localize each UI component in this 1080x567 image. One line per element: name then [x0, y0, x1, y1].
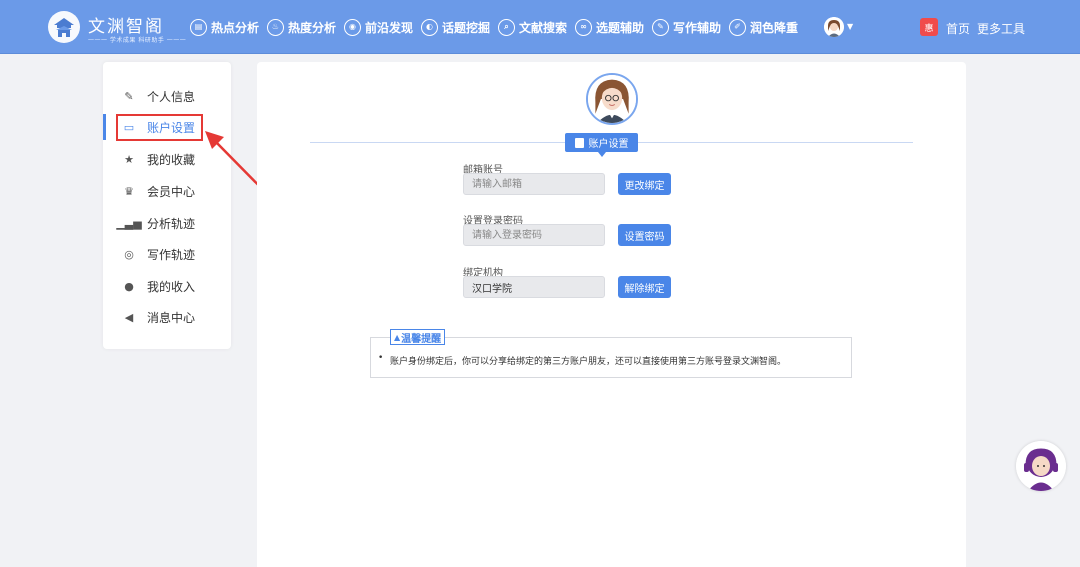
account-sidebar: ✎ 个人信息 ▭ 账户设置 ★ 我的收藏 ♛ 会员中心 ▁▃▅ 分析轨迹 ◎ 写作轨迹 ● 我…	[103, 62, 231, 349]
tips-text: 账户身份绑定后，你可以分享给绑定的第三方账户朋友，还可以直接使用第三方账号登录文…	[378, 353, 786, 367]
discount-badge[interactable]: 惠	[920, 18, 938, 36]
nav-heat-analysis[interactable]: ♨ 热度分析	[267, 16, 336, 38]
bell-icon: ▲	[394, 332, 401, 342]
nav-frontier-discovery[interactable]: ◉ 前沿发现	[344, 16, 413, 38]
sidebar-item-writing-history[interactable]: ◎ 写作轨迹	[103, 241, 231, 267]
target-icon: ◎	[124, 247, 134, 261]
nav-topic-mining[interactable]: ◐ 话题挖掘	[421, 16, 490, 38]
nav-writing-assist[interactable]: ✎ 写作辅助	[652, 16, 721, 38]
account-settings-panel: 账户设置 邮箱账号 更改绑定 设置登录密码 设置密码 绑定机构 解除绑定 ▲温馨…	[257, 62, 966, 567]
nav-topic-selection[interactable]: ∞ 选题辅助	[575, 16, 644, 38]
nav-polish-dedupe[interactable]: ✐ 润色降重	[729, 16, 798, 38]
headset-agent-icon	[1016, 441, 1066, 491]
more-tools-link[interactable]: 更多工具	[977, 20, 1025, 37]
nav-hotspot-analysis[interactable]: ▤ 热点分析	[190, 16, 259, 38]
change-binding-button[interactable]: 更改绑定	[618, 173, 671, 195]
target-icon: ◉	[344, 18, 361, 36]
annotation-highlight-box	[116, 114, 203, 141]
chat-icon: ◐	[421, 18, 438, 36]
pavilion-logo-icon	[48, 11, 80, 43]
sidebar-item-favorites[interactable]: ★ 我的收藏	[103, 146, 231, 172]
search-icon: ⌕	[498, 18, 515, 36]
brand-logo[interactable]: 文渊智阁 一一一 学术成果 科研助手 一一一	[48, 9, 186, 45]
document-icon: ▤	[190, 18, 207, 36]
sidebar-item-messages[interactable]: ◀ 消息中心	[103, 304, 231, 330]
unbind-button[interactable]: 解除绑定	[618, 276, 671, 298]
nav-literature-search[interactable]: ⌕ 文献搜索	[498, 16, 567, 38]
brand-title: 文渊智阁	[88, 17, 164, 37]
money-bag-icon: ●	[124, 279, 134, 293]
brush-icon: ✐	[729, 18, 746, 36]
edit-icon	[574, 137, 584, 148]
sidebar-item-income[interactable]: ● 我的收入	[103, 273, 231, 299]
crown-icon: ♛	[124, 184, 134, 198]
tips-title: ▲ 温馨提醒	[390, 329, 446, 345]
top-navigation-bar: 文渊智阁 一一一 学术成果 科研助手 一一一 ▤ 热点分析 ♨ 热度分析 ◉ 前沿发现…	[0, 0, 1080, 54]
section-title-tag: 账户设置	[565, 133, 638, 157]
edit-icon: ✎	[124, 89, 134, 103]
email-field[interactable]	[463, 173, 605, 195]
chart-icon: ▁▃▅	[116, 216, 142, 230]
sidebar-item-membership[interactable]: ♛ 会员中心	[103, 178, 231, 204]
link-icon: ∞	[575, 18, 592, 36]
chevron-down-icon[interactable]: ▼	[847, 22, 853, 31]
flame-icon: ♨	[267, 18, 284, 36]
star-icon: ★	[124, 152, 134, 166]
sidebar-item-analysis-history[interactable]: ▁▃▅ 分析轨迹	[103, 210, 231, 236]
sidebar-item-personal-info[interactable]: ✎ 个人信息	[103, 83, 231, 109]
pen-icon: ✎	[652, 18, 669, 36]
institution-field[interactable]	[463, 276, 605, 298]
password-field[interactable]	[463, 224, 605, 246]
brand-subtitle: 一一一 学术成果 科研助手 一一一	[88, 37, 187, 44]
customer-service-button[interactable]	[1016, 441, 1066, 491]
user-avatar[interactable]	[824, 17, 844, 37]
megaphone-icon: ◀	[124, 310, 134, 324]
profile-avatar[interactable]	[586, 73, 638, 125]
set-password-button[interactable]: 设置密码	[618, 224, 671, 246]
home-link[interactable]: 首页	[946, 20, 970, 37]
